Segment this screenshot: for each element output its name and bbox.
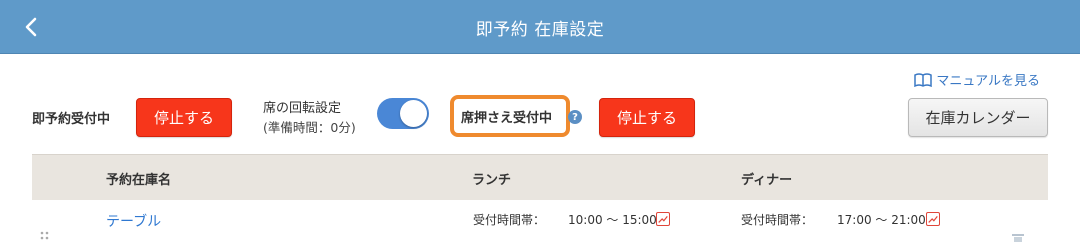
instant-reservation-status: 即予約受付中 xyxy=(32,112,111,127)
column-header-dinner: ディナー xyxy=(741,173,793,188)
toggle-knob xyxy=(400,100,427,127)
manual-link[interactable]: マニュアルを見る xyxy=(914,70,1040,89)
lunch-time-value: 10:00 〜 15:00 xyxy=(568,213,657,227)
trash-icon[interactable] xyxy=(1010,232,1026,242)
chart-edit-icon[interactable] xyxy=(926,212,940,226)
chart-edit-icon[interactable] xyxy=(656,212,670,226)
seat-hold-status: 席押さえ受付中 xyxy=(461,111,553,126)
rotation-toggle[interactable] xyxy=(377,98,429,129)
rotation-setting-title: 席の回転設定 xyxy=(263,101,342,116)
stop-instant-button[interactable]: 停止する xyxy=(136,98,232,137)
dinner-time-label: 受付時間帯： xyxy=(741,213,814,227)
column-header-lunch: ランチ xyxy=(472,173,512,188)
dinner-time-value: 17:00 〜 21:00 xyxy=(837,213,926,227)
manual-link-label: マニュアルを見る xyxy=(936,74,1040,89)
column-header-name: 予約在庫名 xyxy=(106,173,172,188)
inventory-name-link[interactable]: テーブル xyxy=(106,211,161,231)
table-header: 予約在庫名 ランチ ディナー xyxy=(32,154,1048,200)
drag-handle-icon[interactable] xyxy=(40,230,50,240)
lunch-time-label: 受付時間帯： xyxy=(473,213,546,227)
book-icon xyxy=(914,72,933,87)
app-header: 即予約 在庫設定 xyxy=(0,0,1080,54)
inventory-calendar-button[interactable]: 在庫カレンダー xyxy=(908,98,1048,137)
help-icon[interactable]: ? xyxy=(568,110,582,124)
stop-seat-hold-button[interactable]: 停止する xyxy=(599,98,695,137)
page-title: 即予約 在庫設定 xyxy=(475,20,605,40)
rotation-prep-time: (準備時間：0分) xyxy=(263,120,356,135)
